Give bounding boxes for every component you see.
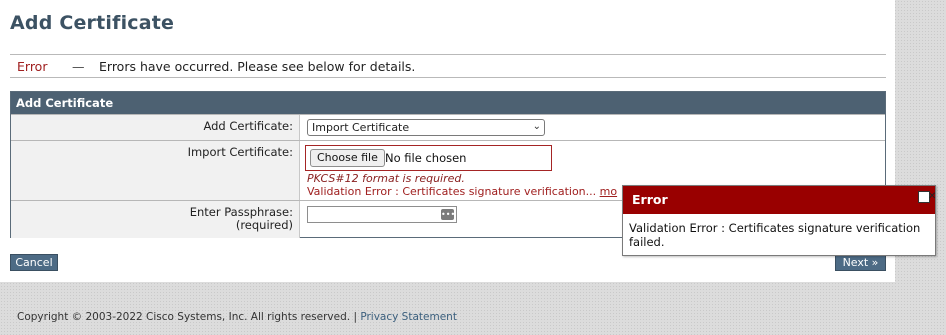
form-header: Add Certificate: [11, 92, 885, 114]
file-input-field: Choose file No file chosen: [305, 145, 552, 171]
add-certificate-selected-value: Import Certificate: [312, 121, 410, 134]
privacy-statement-link[interactable]: Privacy Statement: [360, 311, 457, 323]
pkcs-format-hint: PKCS#12 format is required.: [307, 172, 465, 185]
label-cell: Enter Passphrase: (required): [11, 201, 300, 238]
error-popup: Error ✕ Validation Error : Certificates …: [622, 185, 936, 256]
add-certificate-label: Add Certificate:: [203, 119, 293, 133]
error-popup-title-text: Error: [632, 192, 668, 207]
error-summary-bar: Error — Errors have occurred. Please see…: [10, 57, 886, 77]
password-manager-icon[interactable]: •••: [441, 209, 455, 220]
passphrase-label-required: (required): [235, 218, 293, 232]
divider: [10, 54, 886, 55]
error-separator: —: [72, 59, 85, 74]
label-cell: Import Certificate:: [11, 141, 300, 201]
divider: [10, 77, 886, 78]
cancel-button[interactable]: Cancel: [10, 254, 58, 271]
choose-file-button[interactable]: Choose file: [310, 149, 385, 167]
add-certificate-select[interactable]: Import Certificate ⌄: [307, 119, 545, 136]
error-message: Errors have occurred. Please see below f…: [99, 59, 416, 74]
error-label: Error: [17, 59, 48, 74]
error-popup-title: Error ✕: [623, 186, 936, 214]
passphrase-label: Enter Passphrase: (required): [190, 206, 293, 232]
next-button[interactable]: Next »: [835, 254, 886, 271]
copyright-text: Copyright © 2003-2022 Cisco Systems, Inc…: [17, 311, 357, 323]
error-popup-message: Validation Error : Certificates signatur…: [629, 221, 921, 249]
label-cell: Add Certificate:: [11, 115, 300, 141]
validation-error-message: Validation Error : Certificates signatur…: [307, 185, 597, 198]
import-certificate-label: Import Certificate:: [187, 145, 293, 159]
footer: Copyright © 2003-2022 Cisco Systems, Inc…: [17, 311, 457, 323]
row-add-certificate: Add Certificate: Import Certificate ⌄: [11, 114, 885, 141]
passphrase-input[interactable]: •••: [307, 206, 457, 223]
page-title: Add Certificate: [10, 12, 175, 34]
more-link[interactable]: mo: [600, 185, 617, 198]
close-icon[interactable]: ✕: [918, 191, 936, 203]
file-status: No file chosen: [385, 151, 467, 165]
validation-error-text: Validation Error : Certificates signatur…: [307, 185, 617, 198]
chevron-down-icon: ⌄: [532, 121, 541, 132]
passphrase-label-main: Enter Passphrase:: [189, 205, 293, 219]
